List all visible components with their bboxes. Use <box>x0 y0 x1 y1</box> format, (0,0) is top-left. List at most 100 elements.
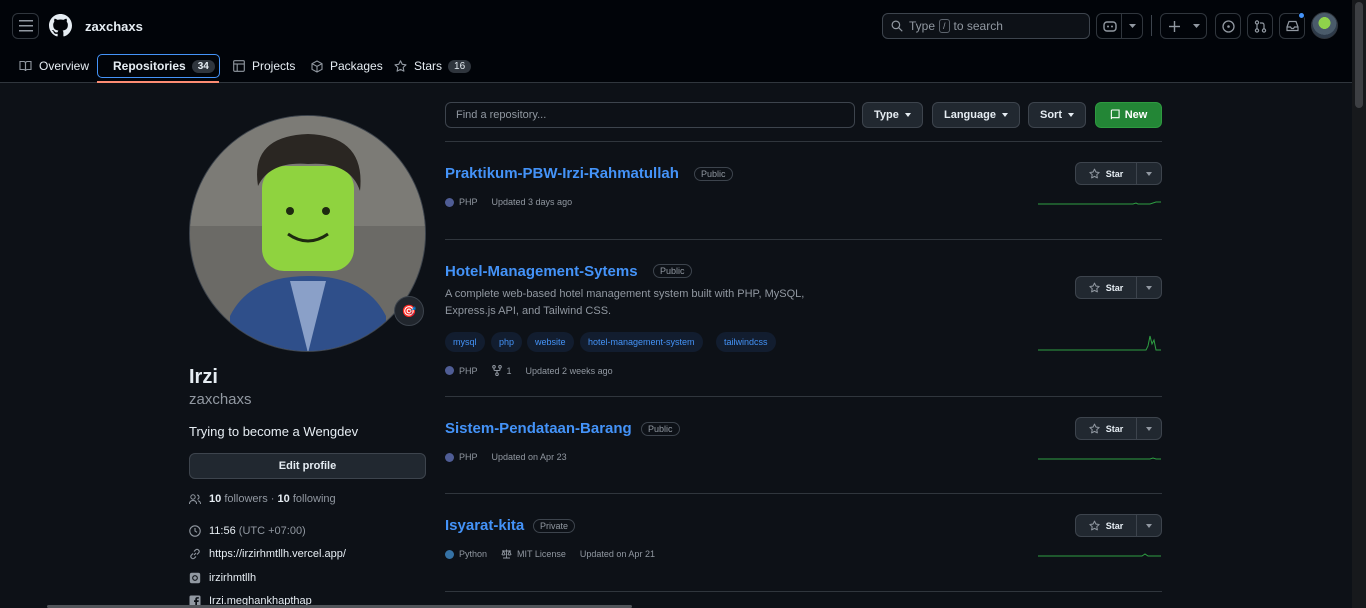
issues-button[interactable] <box>1215 13 1241 39</box>
topic-tag[interactable]: php <box>491 332 523 352</box>
star-button[interactable]: Star <box>1075 162 1162 185</box>
pull-requests-button[interactable] <box>1247 13 1273 39</box>
visibility-badge: Public <box>694 167 733 181</box>
star-lists-dropdown[interactable] <box>1137 418 1161 439</box>
tab-overview[interactable]: Overview <box>11 54 97 78</box>
repo-name-link[interactable]: Praktikum-PBW-Irzi-Rahmatullah <box>445 165 679 182</box>
notification-dot <box>1298 12 1305 19</box>
instagram-link[interactable]: irzirhmtllh <box>209 572 256 584</box>
repo-language-label: Python <box>459 549 488 559</box>
new-repository-button[interactable]: New <box>1095 102 1162 128</box>
github-logo-icon[interactable] <box>49 14 72 37</box>
topic-tag[interactable]: website <box>527 332 574 352</box>
profile-bio: Trying to become a Wengdev <box>189 424 359 439</box>
star-button[interactable]: Star <box>1075 514 1162 537</box>
repo-name-link[interactable]: Sistem-Pendataan-Barang <box>445 420 632 437</box>
star-label: Star <box>1105 282 1124 293</box>
star-lists-dropdown[interactable] <box>1137 163 1161 184</box>
status-emoji: 🎯 <box>401 304 417 318</box>
divider <box>445 591 1162 592</box>
activity-sparkline <box>1038 201 1161 205</box>
followers-link[interactable]: 10 followers <box>209 493 268 505</box>
divider <box>445 141 1162 142</box>
repo-forks-link[interactable]: 1 <box>491 365 512 376</box>
vertical-scrollbar-thumb[interactable] <box>1355 2 1363 108</box>
tab-repositories[interactable]: Repositories 34 <box>97 54 220 78</box>
status-emoji-button[interactable]: 🎯 <box>394 296 424 326</box>
menu-button[interactable] <box>12 13 39 39</box>
divider <box>445 396 1162 397</box>
language-filter-button[interactable]: Language <box>932 102 1020 128</box>
avatar-photo <box>190 116 425 351</box>
user-avatar-menu[interactable] <box>1311 12 1338 39</box>
topic-tag[interactable]: hotel-management-system <box>580 332 703 352</box>
star-toggle[interactable]: Star <box>1076 418 1137 439</box>
language-filter-label: Language <box>944 109 996 121</box>
repo-updated: Updated 2 weeks ago <box>525 365 613 376</box>
following-label: following <box>292 493 336 505</box>
topic-tag[interactable]: tailwindcss <box>716 332 776 352</box>
topic-tag[interactable]: mysql <box>445 332 485 352</box>
issue-opened-icon <box>1221 19 1235 33</box>
repo-forks-count: 1 <box>506 365 512 376</box>
local-time-row: 11:56 (UTC +07:00) <box>189 525 306 537</box>
context-username[interactable]: zaxchaxs <box>85 19 143 34</box>
git-pull-request-icon <box>1254 19 1266 33</box>
star-icon <box>394 60 407 72</box>
repo-updated: Updated 3 days ago <box>491 197 573 207</box>
people-icon <box>189 493 201 504</box>
sort-filter-button[interactable]: Sort <box>1028 102 1086 128</box>
edit-profile-button[interactable]: Edit profile <box>189 453 426 479</box>
law-icon <box>501 549 512 559</box>
repo-license: MIT License <box>501 549 566 559</box>
star-button[interactable]: Star <box>1075 417 1162 440</box>
star-toggle[interactable]: Star <box>1076 515 1137 536</box>
website-link[interactable]: https://irzirhmtllh.vercel.app/ <box>209 548 346 560</box>
activity-sparkline <box>1038 553 1161 557</box>
language-color-dot <box>445 452 454 462</box>
search-prefix: Type <box>909 19 936 33</box>
repo-description-line: Express.js API, and Tailwind CSS. <box>445 305 612 317</box>
repo-icon <box>1110 109 1120 120</box>
create-new-button[interactable] <box>1160 13 1207 39</box>
repo-language: PHP <box>445 366 478 376</box>
divider <box>445 239 1162 240</box>
language-color-dot <box>445 549 454 559</box>
search-input[interactable]: Type / to search <box>882 13 1090 39</box>
visibility-badge: Public <box>653 264 692 278</box>
profile-avatar[interactable] <box>189 115 426 352</box>
tab-projects[interactable]: Projects <box>225 54 303 78</box>
star-icon <box>1089 168 1100 179</box>
repo-name-link[interactable]: Hotel-Management-Sytems <box>445 263 638 280</box>
star-toggle[interactable]: Star <box>1076 163 1137 184</box>
star-icon <box>1089 520 1100 531</box>
tab-overview-label: Overview <box>39 59 90 73</box>
activity-sparkline <box>1038 335 1161 351</box>
inbox-icon <box>1285 20 1299 32</box>
repo-forked-icon <box>491 365 502 376</box>
following-link[interactable]: 10 following <box>278 493 336 505</box>
chevron-down-icon <box>1129 24 1136 28</box>
sort-filter-label: Sort <box>1040 109 1062 121</box>
repo-license-label: MIT License <box>517 549 566 559</box>
tab-stars[interactable]: Stars 16 <box>386 54 479 78</box>
instagram-row: irzirhmtllh <box>189 572 256 584</box>
star-lists-dropdown[interactable] <box>1137 277 1161 298</box>
star-lists-dropdown[interactable] <box>1137 515 1161 536</box>
tab-packages-label: Packages <box>330 59 383 73</box>
star-button[interactable]: Star <box>1075 276 1162 299</box>
star-toggle[interactable]: Star <box>1076 277 1137 298</box>
repo-language: PHP <box>445 197 478 207</box>
repo-description-line: A complete web-based hotel management sy… <box>445 288 805 300</box>
followers-row: 10 followers · 10 following <box>189 493 336 505</box>
copilot-button[interactable] <box>1096 13 1143 39</box>
caret-down-icon <box>1146 523 1152 528</box>
repo-name-link[interactable]: Isyarat-kita <box>445 517 524 534</box>
tab-packages[interactable]: Packages <box>303 54 391 78</box>
instagram-icon <box>189 572 201 584</box>
star-label: Star <box>1105 423 1124 434</box>
type-filter-button[interactable]: Type <box>862 102 923 128</box>
repo-language-label: PHP <box>459 365 478 376</box>
caret-down-icon <box>904 113 911 117</box>
find-repository-input[interactable]: Find a repository... <box>445 102 855 128</box>
